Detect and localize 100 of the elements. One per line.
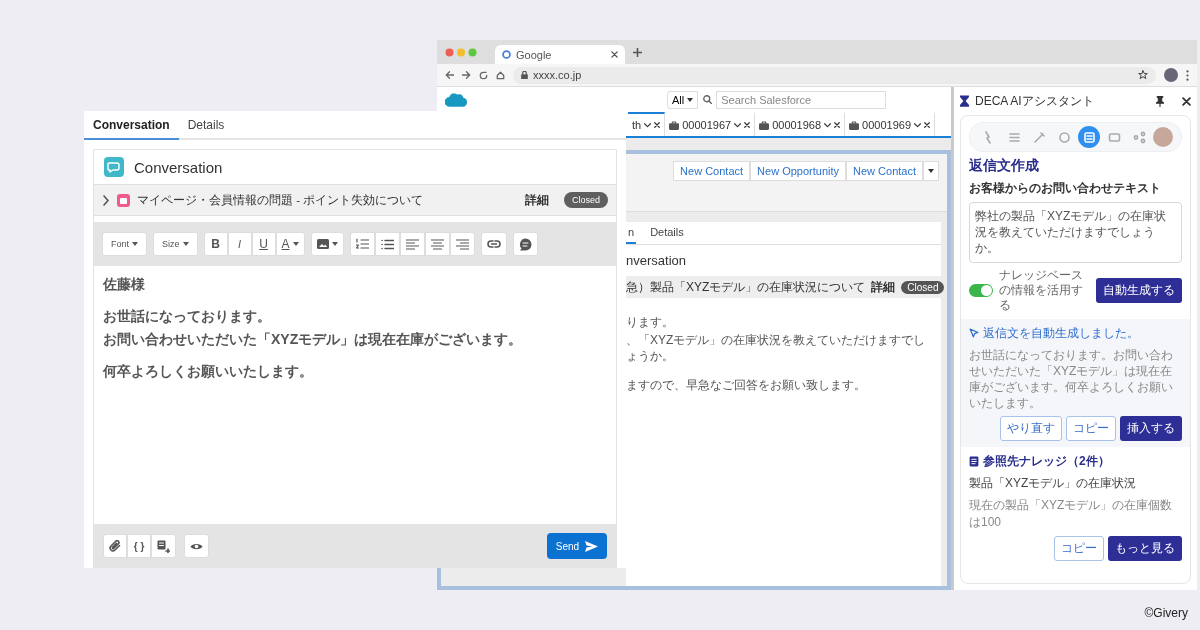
message-text: お問い合わせいただいた「XYZモデル」は現在在庫がございます。 (103, 331, 524, 349)
hourglass-logo-icon (960, 95, 969, 107)
star-icon[interactable] (1138, 70, 1148, 80)
workspace-tab[interactable]: th (628, 112, 666, 136)
message-text: ますので、早急なご回答をお願い致します。 (626, 376, 867, 393)
chevron-icon[interactable] (102, 194, 110, 206)
font-dropdown[interactable]: Font (102, 232, 147, 256)
inquiry-field[interactable]: 弊社の製品「XYZモデル」の在庫状況を教えていただけますでしょうか。 (969, 202, 1182, 263)
chat-icon (104, 157, 124, 177)
bullet-list-icon (380, 238, 394, 250)
back-icon[interactable] (445, 71, 454, 79)
chevron-down-icon[interactable] (914, 122, 922, 128)
chat-bubble-icon (518, 237, 532, 251)
size-dropdown[interactable]: Size (153, 232, 198, 256)
pin-icon[interactable] (1156, 95, 1164, 107)
link-button[interactable] (480, 232, 507, 256)
plus-icon[interactable] (633, 47, 642, 57)
caret-icon (928, 169, 934, 173)
generate-button[interactable]: 自動生成する (1096, 277, 1182, 303)
image-button[interactable] (310, 232, 344, 256)
action-button[interactable]: New Contact (846, 161, 923, 181)
preview-button[interactable] (184, 534, 209, 558)
caret-icon (182, 242, 189, 246)
tab-title: Google (516, 48, 553, 61)
underline-button[interactable]: U (251, 232, 276, 256)
toggle-label: ナレッジベースの情報を活用する (999, 267, 1084, 313)
tab[interactable]: Details (648, 222, 686, 244)
tool-icon (1081, 129, 1097, 145)
numbered-list-icon (355, 238, 369, 250)
message-text: 、「XYZモデル」の在庫状況を教えていただけますでしょうか。 (626, 332, 927, 365)
avatar[interactable] (1164, 68, 1178, 82)
reload-icon[interactable] (479, 70, 488, 80)
outline-button[interactable]: やり直す (1000, 416, 1062, 442)
search-scope-dropdown[interactable]: All (667, 90, 699, 109)
action-button[interactable]: New Opportunity (750, 161, 846, 181)
chevron-down-icon[interactable] (644, 122, 652, 128)
primary-button[interactable]: もっと見る (1108, 536, 1182, 562)
image-icon (316, 239, 329, 249)
send-icon (585, 540, 599, 552)
more-actions-button[interactable] (923, 161, 939, 181)
panel-title: DECA AIアシスタント (975, 92, 1095, 110)
merge-field-button[interactable]: { } (127, 534, 151, 558)
template-button[interactable] (151, 534, 176, 558)
workspace-tab[interactable]: 00001969 (845, 112, 936, 136)
action-button[interactable]: New Contact (673, 161, 751, 181)
document-icon (969, 456, 979, 468)
tab-label: 00001967 (682, 119, 732, 131)
italic-button[interactable]: I (227, 232, 252, 256)
bold-button[interactable]: B (203, 232, 228, 256)
template-icon (157, 539, 170, 553)
search-icon (703, 95, 713, 104)
align-center-icon (430, 238, 444, 250)
close-icon[interactable] (611, 51, 618, 58)
search-field[interactable]: Search Salesforce (716, 90, 887, 109)
browser-tab[interactable]: Google (495, 45, 625, 64)
result-heading: 返信文を自動生成しました。 (983, 324, 1139, 342)
status-badge: Closed (901, 280, 945, 294)
tab-label: 00001968 (772, 119, 822, 131)
message-editor[interactable]: 佐藤様 お世話になっております。 お問い合わせいただいた「XYZモデル」は現在在庫がございます。 何卒よろしくお願いいたします。 (94, 266, 616, 524)
eye-icon (190, 541, 203, 551)
close-icon[interactable] (654, 122, 661, 128)
send-button[interactable]: Send (547, 533, 607, 559)
caret-icon (132, 242, 138, 246)
url-text: xxxx.co.jp (533, 69, 583, 81)
briefcase-icon (849, 120, 860, 130)
primary-button[interactable]: 挿入する (1120, 416, 1182, 442)
close-icon[interactable] (744, 122, 751, 128)
toggle-switch[interactable] (969, 283, 993, 297)
detail-link[interactable]: 詳細 (525, 191, 549, 209)
tool-icon (1131, 129, 1147, 145)
close-icon[interactable] (834, 122, 841, 128)
tab[interactable]: Conversation (84, 111, 179, 140)
menu-icon[interactable] (1186, 69, 1189, 81)
detail-link[interactable]: 詳細 (871, 278, 896, 296)
workspace-tab[interactable]: 00001968 (755, 112, 846, 136)
attach-button[interactable] (103, 534, 127, 558)
bullet-list-button[interactable] (374, 232, 400, 256)
tab[interactable]: Details (178, 111, 234, 140)
close-icon[interactable] (1182, 96, 1191, 106)
workspace-tab[interactable]: 00001967 (665, 112, 756, 136)
status-badge: Closed (564, 192, 608, 208)
message-text: ります。 (626, 314, 675, 331)
tab-label: th (632, 119, 642, 131)
knowledge-heading: 参照先ナレッジ（2件） (983, 453, 1110, 471)
tool-button[interactable] (1078, 126, 1100, 148)
link-icon (486, 240, 501, 248)
outline-button[interactable]: コピー (1054, 536, 1104, 562)
chevron-down-icon[interactable] (734, 122, 742, 128)
comment-button[interactable] (512, 232, 538, 256)
text-color-button[interactable]: A (275, 232, 305, 256)
address-bar[interactable]: xxxx.co.jp (513, 66, 1156, 84)
chevron-down-icon[interactable] (824, 122, 832, 128)
home-icon[interactable] (496, 70, 505, 80)
caret-icon (687, 97, 694, 102)
paperclip-icon (109, 540, 121, 552)
forward-icon[interactable] (462, 71, 471, 79)
card-title: Conversation (134, 158, 223, 176)
case-icon (117, 193, 130, 207)
close-icon[interactable] (924, 122, 931, 128)
outline-button[interactable]: コピー (1066, 416, 1116, 442)
